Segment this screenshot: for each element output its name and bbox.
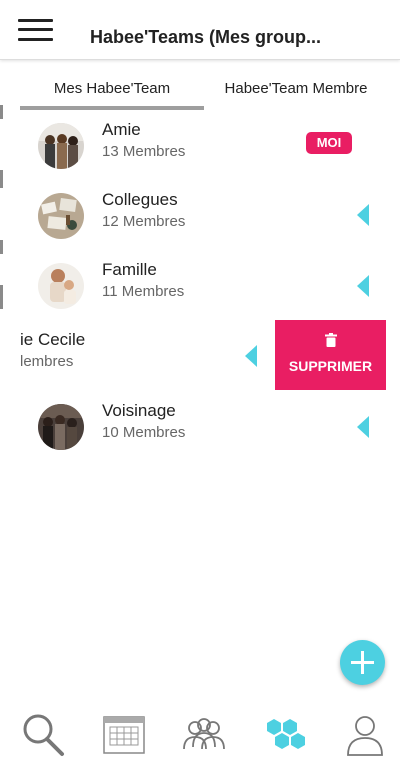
- delete-label: SUPPRIMER: [288, 358, 373, 374]
- hamburger-menu-icon[interactable]: [18, 19, 53, 41]
- user-icon[interactable]: [342, 711, 388, 757]
- family-photo-avatar: [38, 263, 84, 309]
- group-name: ie Cecile: [20, 330, 86, 349]
- group-member-count: 10 Membres: [102, 424, 186, 441]
- desk-photo-avatar: [38, 193, 84, 239]
- group-name: Collegues: [102, 190, 178, 209]
- people-icon[interactable]: [181, 711, 227, 757]
- group-name: Famille: [102, 260, 157, 279]
- calendar-icon[interactable]: [101, 711, 147, 757]
- group-row-collegues[interactable]: Collegues 12 Membres: [0, 185, 400, 255]
- tab-habeeteam-membre[interactable]: Habee'Team Membre: [212, 70, 380, 108]
- app-header: Habee'Teams (Mes group...: [0, 0, 400, 60]
- expand-arrow-icon[interactable]: [245, 345, 257, 367]
- group-row-famille[interactable]: Famille 11 Membres: [0, 255, 400, 325]
- group-row-amie[interactable]: Amie 13 Membres MOI: [0, 115, 400, 185]
- tab-bar: Mes Habee'Team Habee'Team Membre: [0, 70, 400, 110]
- tab-mes-habeeteam[interactable]: Mes Habee'Team: [20, 70, 204, 108]
- group-row-voisinage[interactable]: Voisinage 10 Membres: [0, 396, 400, 466]
- expand-arrow-icon[interactable]: [357, 275, 369, 297]
- hexagons-icon[interactable]: [262, 711, 308, 757]
- expand-arrow-icon[interactable]: [357, 204, 369, 226]
- group-photo-avatar: [38, 404, 84, 450]
- group-name: Amie: [102, 120, 141, 139]
- group-member-count: 11 Membres: [102, 283, 185, 300]
- group-name: Voisinage: [102, 401, 176, 420]
- bottom-nav: [0, 705, 400, 767]
- expand-arrow-icon[interactable]: [357, 416, 369, 438]
- delete-button[interactable]: SUPPRIMER: [275, 320, 386, 390]
- app-screen: Habee'Teams (Mes group... Mes Habee'Team…: [0, 0, 400, 767]
- active-tab-indicator: [20, 106, 204, 110]
- add-group-button[interactable]: [340, 640, 385, 685]
- group-row-swiped[interactable]: ie Cecile lembres: [0, 325, 318, 395]
- group-member-count: lembres: [20, 353, 74, 370]
- trash-icon: [325, 333, 337, 347]
- moi-badge: MOI: [306, 132, 352, 154]
- search-icon[interactable]: [20, 711, 66, 757]
- group-member-count: 12 Membres: [102, 213, 186, 230]
- group-photo-avatar: [38, 123, 84, 169]
- group-member-count: 13 Membres: [102, 143, 186, 160]
- page-title: Habee'Teams (Mes group...: [90, 27, 322, 47]
